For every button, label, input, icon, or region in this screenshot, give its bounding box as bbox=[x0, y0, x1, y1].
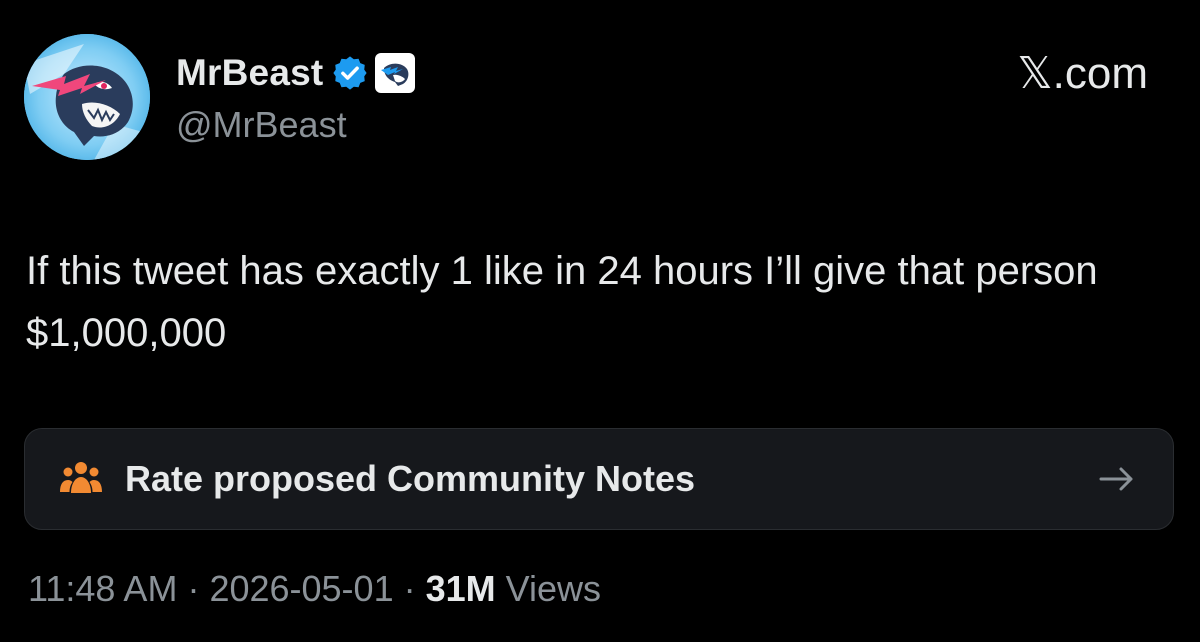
mrbeast-panther-logo-icon bbox=[24, 34, 150, 160]
site-watermark: 𝕏.com bbox=[1017, 49, 1148, 98]
tweet-time[interactable]: 11:48 AM bbox=[28, 568, 177, 610]
arrow-right-icon bbox=[1097, 463, 1137, 495]
author-name-row: MrBeast bbox=[176, 48, 416, 98]
author-handle[interactable]: @MrBeast bbox=[176, 104, 347, 146]
meta-separator: · bbox=[177, 568, 210, 609]
avatar[interactable] bbox=[24, 34, 150, 160]
meta-separator: · bbox=[393, 568, 426, 609]
affiliate-badge-icon[interactable] bbox=[375, 53, 416, 93]
views-count[interactable]: 31M bbox=[426, 568, 496, 610]
tweet-card: MrBeast @MrBeast 𝕏.com If this tweet has… bbox=[0, 0, 1200, 642]
verified-badge-icon bbox=[331, 54, 369, 92]
tweet-date[interactable]: 2026-05-01 bbox=[209, 568, 393, 610]
views-label: Views bbox=[495, 568, 602, 609]
tweet-meta: 11:48 AM · 2026-05-01 · 31M Views bbox=[28, 568, 601, 610]
tweet-text: If this tweet has exactly 1 like in 24 h… bbox=[26, 249, 1098, 355]
community-notes-label: Rate proposed Community Notes bbox=[125, 458, 696, 499]
people-group-icon bbox=[59, 459, 103, 499]
rate-community-notes-button[interactable]: Rate proposed Community Notes bbox=[24, 428, 1174, 530]
author-display-name[interactable]: MrBeast bbox=[176, 52, 323, 94]
